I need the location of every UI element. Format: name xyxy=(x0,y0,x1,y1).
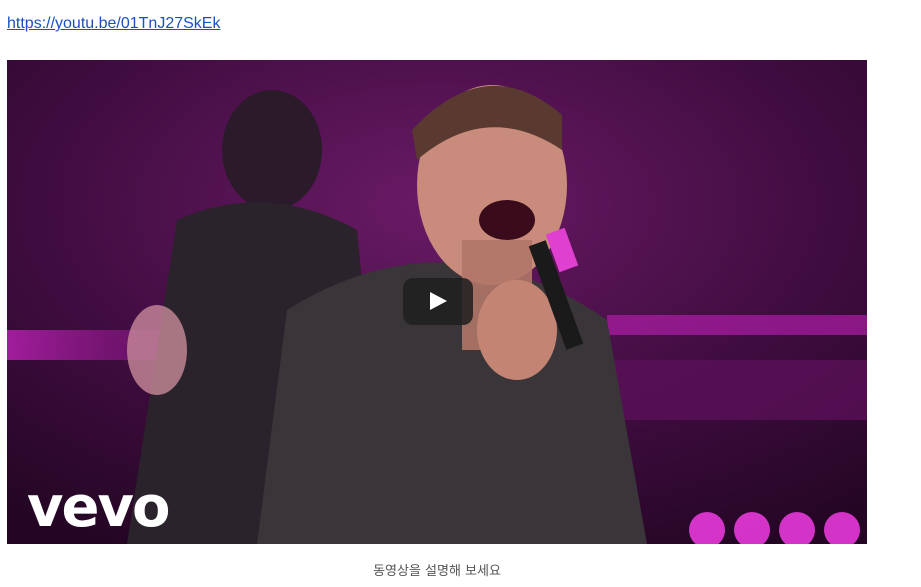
play-button[interactable] xyxy=(403,278,473,325)
video-url-link[interactable]: https://youtu.be/01TnJ27SkEk xyxy=(7,15,220,33)
video-caption[interactable]: 동영상을 설명해 보세요 xyxy=(0,560,874,579)
video-player[interactable]: vevo xyxy=(7,60,867,544)
vevo-logo: vevo xyxy=(27,475,170,540)
play-icon xyxy=(430,292,447,310)
